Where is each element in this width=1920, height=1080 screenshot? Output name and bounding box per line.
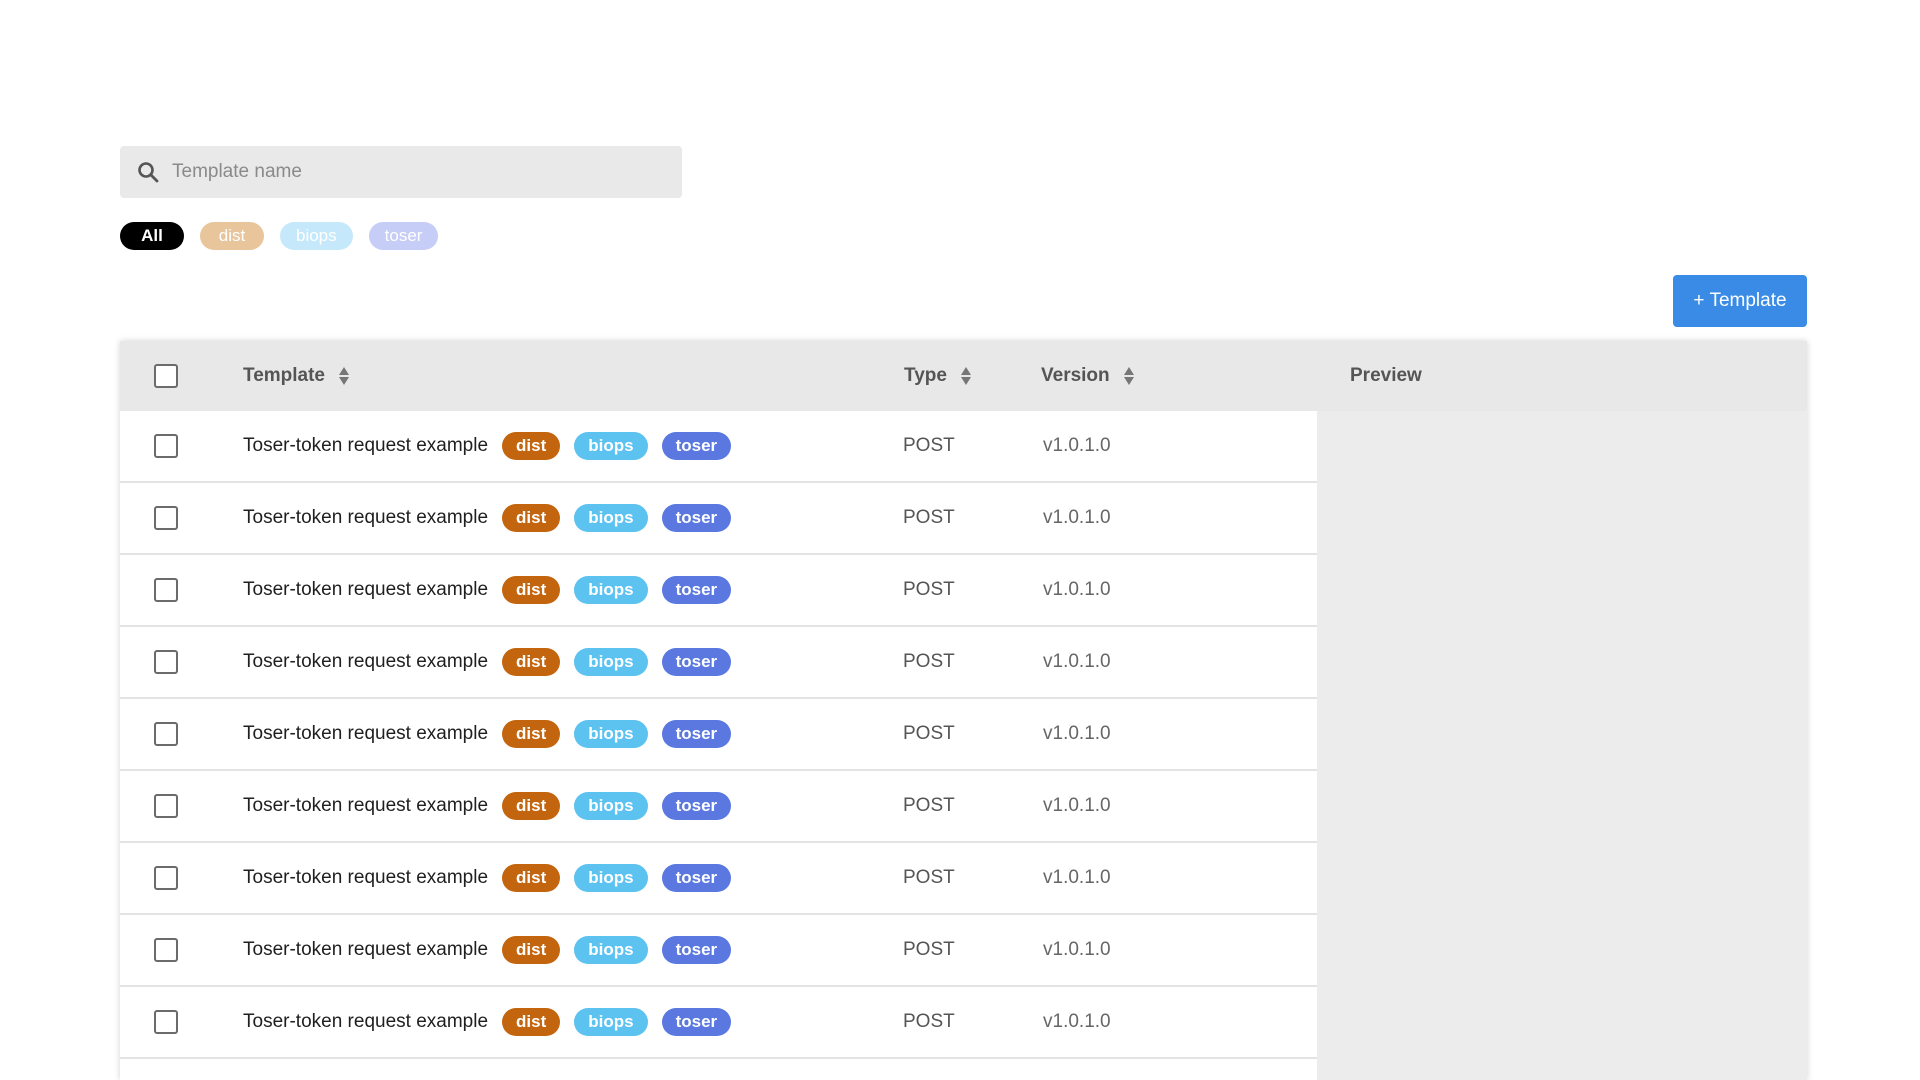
request-type: POST: [903, 723, 955, 744]
row-checkbox[interactable]: [154, 434, 178, 458]
table-row[interactable]: Toser-token request example dist biops tose…: [120, 699, 1317, 771]
template-version: v1.0.1.0: [1043, 867, 1111, 888]
row-checkbox[interactable]: [154, 794, 178, 818]
tag-toser[interactable]: toser: [661, 576, 732, 604]
filter-chip-dist[interactable]: dist: [200, 222, 264, 250]
add-template-button[interactable]: + Template: [1673, 275, 1807, 327]
row-checkbox[interactable]: [154, 938, 178, 962]
tag-toser[interactable]: toser: [661, 864, 732, 892]
request-type: POST: [903, 651, 955, 672]
template-name[interactable]: Toser-token request example: [243, 795, 488, 817]
table-body: Toser-token request example dist biops tose…: [120, 411, 1317, 1080]
tag-dist[interactable]: dist: [502, 504, 561, 532]
table-row[interactable]: Toser-token request example dist biops tose…: [120, 555, 1317, 627]
tag-biops[interactable]: biops: [574, 576, 648, 604]
table-row[interactable]: Toser-token request example dist biops tose…: [120, 411, 1317, 483]
tag-toser[interactable]: toser: [661, 792, 732, 820]
tag-biops[interactable]: biops: [574, 1008, 648, 1036]
tag-filter-bar: All dist biops toser: [120, 222, 439, 250]
request-type: POST: [903, 795, 955, 816]
tag-toser[interactable]: toser: [661, 432, 732, 460]
column-label-template: Template: [243, 365, 326, 386]
table-row[interactable]: Toser-token request example dist biops tose…: [120, 843, 1317, 915]
tag-dist[interactable]: dist: [502, 792, 561, 820]
template-version: v1.0.1.0: [1043, 795, 1111, 816]
filter-chip-all[interactable]: All: [120, 222, 184, 250]
search-input[interactable]: [172, 161, 652, 183]
filter-chip-toser[interactable]: toser: [368, 222, 439, 250]
row-checkbox[interactable]: [154, 1010, 178, 1034]
search-icon: [138, 162, 159, 183]
sort-icon[interactable]: [960, 367, 971, 385]
row-checkbox[interactable]: [154, 506, 178, 530]
tag-dist[interactable]: dist: [502, 648, 561, 676]
column-header-version[interactable]: Version: [1041, 341, 1134, 411]
template-version: v1.0.1.0: [1043, 435, 1111, 456]
request-type: POST: [903, 435, 955, 456]
template-version: v1.0.1.0: [1043, 939, 1111, 960]
column-header-template[interactable]: Template: [243, 341, 350, 411]
sort-icon[interactable]: [339, 367, 350, 385]
column-label-version: Version: [1041, 365, 1110, 386]
template-version: v1.0.1.0: [1043, 1011, 1111, 1032]
request-type: POST: [903, 579, 955, 600]
template-name[interactable]: Toser-token request example: [243, 579, 488, 601]
table-header: Template Type Version Preview: [120, 341, 1807, 411]
template-name[interactable]: Toser-token request example: [243, 435, 488, 457]
search-bar[interactable]: [120, 146, 682, 198]
row-checkbox[interactable]: [154, 722, 178, 746]
template-version: v1.0.1.0: [1043, 651, 1111, 672]
template-name[interactable]: Toser-token request example: [243, 1011, 488, 1033]
request-type: POST: [903, 939, 955, 960]
table-row[interactable]: Toser-token request exampledistbiopstose…: [120, 1059, 1317, 1080]
column-label-type: Type: [904, 365, 947, 386]
tag-biops[interactable]: biops: [574, 504, 648, 532]
select-all-checkbox[interactable]: [154, 364, 178, 388]
column-header-type[interactable]: Type: [904, 341, 971, 411]
table-row[interactable]: Toser-token request example dist biops tose…: [120, 627, 1317, 699]
row-checkbox[interactable]: [154, 650, 178, 674]
template-version: v1.0.1.0: [1043, 507, 1111, 528]
row-checkbox[interactable]: [154, 578, 178, 602]
template-name[interactable]: Toser-token request example: [243, 867, 488, 889]
tag-toser[interactable]: toser: [661, 936, 732, 964]
filter-chip-biops[interactable]: biops: [280, 222, 353, 250]
tag-toser[interactable]: toser: [661, 1008, 732, 1036]
template-version: v1.0.1.0: [1043, 579, 1111, 600]
tag-dist[interactable]: dist: [502, 576, 561, 604]
table-row[interactable]: Toser-token request example dist biops tose…: [120, 483, 1317, 555]
table-row[interactable]: Toser-token request example dist biops tose…: [120, 771, 1317, 843]
sort-icon[interactable]: [1123, 367, 1134, 385]
tag-dist[interactable]: dist: [502, 936, 561, 964]
tag-toser[interactable]: toser: [661, 648, 732, 676]
tag-biops[interactable]: biops: [574, 864, 648, 892]
templates-table: Template Type Version Preview Toser-toke…: [120, 341, 1807, 1080]
tag-toser[interactable]: toser: [661, 720, 732, 748]
tag-biops[interactable]: biops: [574, 720, 648, 748]
tag-biops[interactable]: biops: [574, 936, 648, 964]
column-header-preview: Preview: [1350, 341, 1422, 411]
request-type: POST: [903, 867, 955, 888]
tag-biops[interactable]: biops: [574, 792, 648, 820]
template-name[interactable]: Toser-token request example: [243, 723, 488, 745]
template-name[interactable]: Toser-token request example: [243, 939, 488, 961]
template-name[interactable]: Toser-token request example: [243, 507, 488, 529]
request-type: POST: [903, 507, 955, 528]
template-name[interactable]: Toser-token request example: [243, 651, 488, 673]
column-label-preview: Preview: [1350, 365, 1422, 386]
request-type: POST: [903, 1011, 955, 1032]
tag-dist[interactable]: dist: [502, 1008, 561, 1036]
tag-biops[interactable]: biops: [574, 648, 648, 676]
tag-dist[interactable]: dist: [502, 432, 561, 460]
table-row[interactable]: Toser-token request example dist biops tose…: [120, 915, 1317, 987]
table-row[interactable]: Toser-token request example dist biops tose…: [120, 987, 1317, 1059]
tag-dist[interactable]: dist: [502, 864, 561, 892]
tag-biops[interactable]: biops: [574, 432, 648, 460]
row-checkbox[interactable]: [154, 866, 178, 890]
tag-dist[interactable]: dist: [502, 720, 561, 748]
tag-toser[interactable]: toser: [661, 504, 732, 532]
template-version: v1.0.1.0: [1043, 723, 1111, 744]
